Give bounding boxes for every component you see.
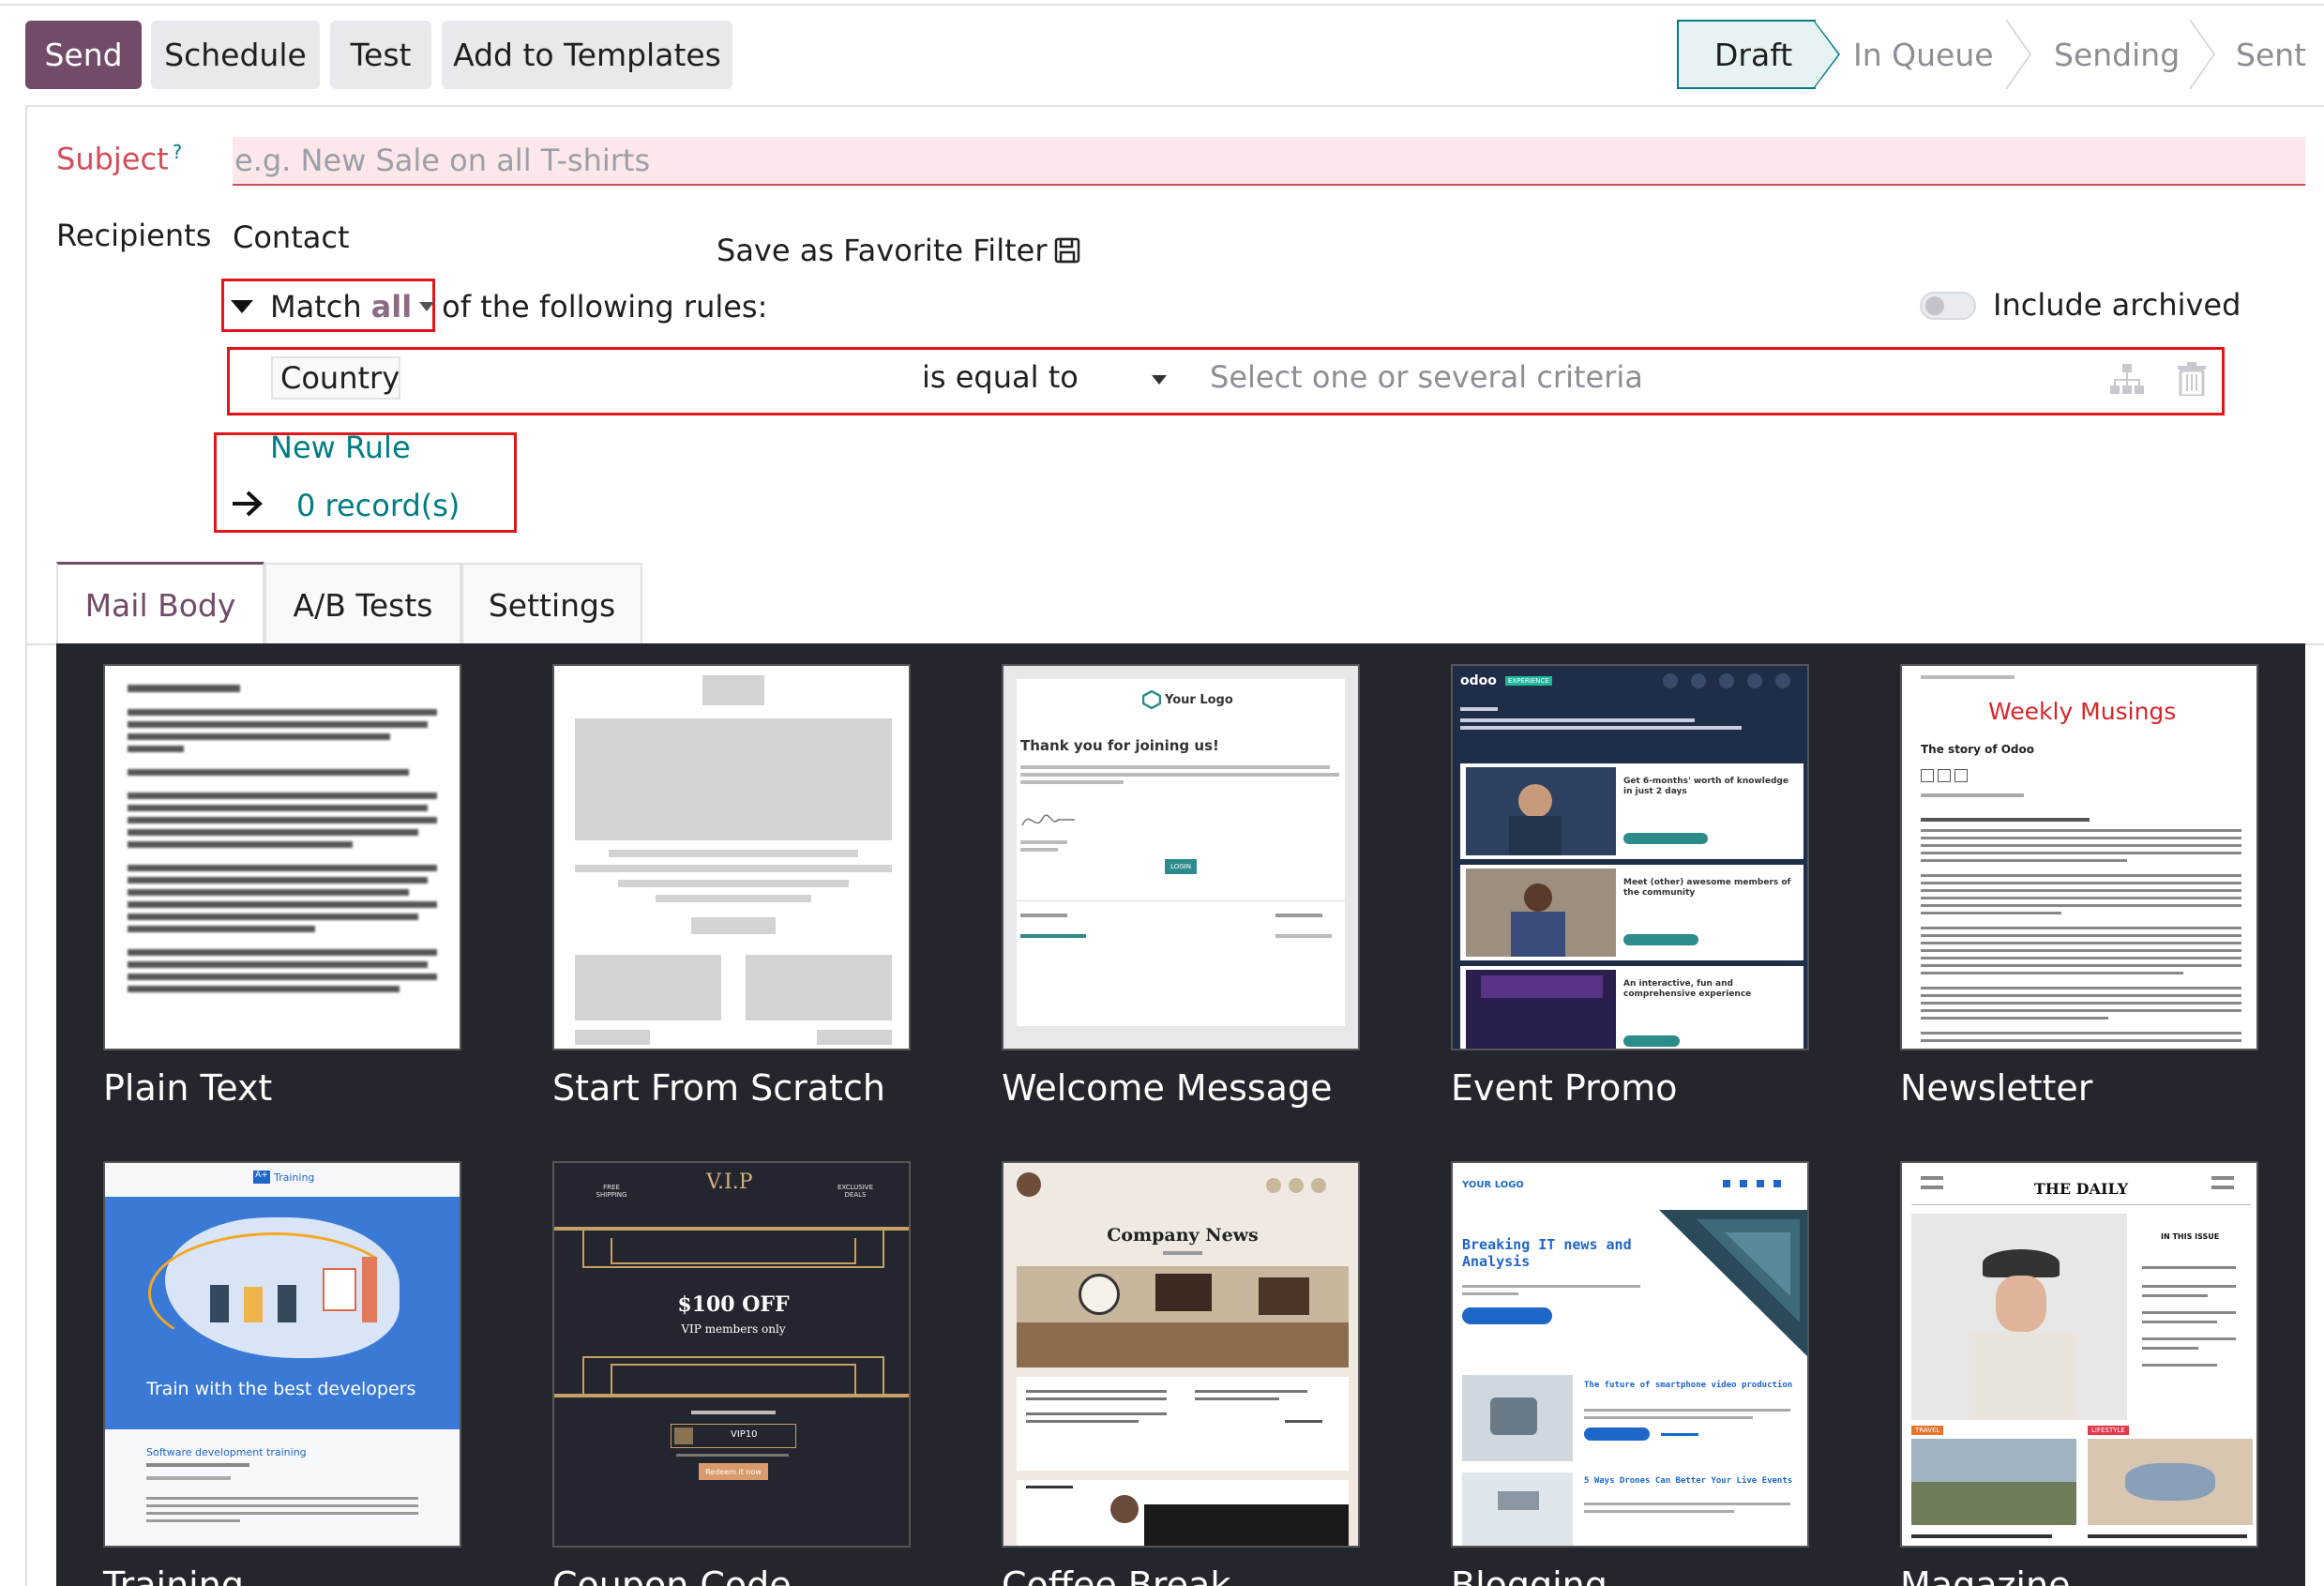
thumb-text: The future of smartphone video productio… (1584, 1381, 1793, 1390)
test-button[interactable]: Test (330, 21, 431, 89)
thumb-text: EXCLUSIVE DEALS (838, 1184, 873, 1200)
chevron-down-icon[interactable] (419, 302, 435, 311)
thumb-text: odoo (1460, 673, 1497, 688)
template-name: Start From Scratch (552, 1067, 885, 1109)
subject-label: Subject? (56, 141, 182, 177)
subject-input[interactable] (233, 137, 2305, 186)
collapse-caret-icon[interactable] (231, 300, 253, 313)
thumb-text: FREE SHIPPING (596, 1184, 627, 1200)
match-selector[interactable]: Match all of the following rules: (231, 289, 767, 325)
rule-value-input[interactable]: Select one or several criteria (1210, 359, 1643, 395)
template-thumbnail: YOUR LOGO Breaking IT news and Analysis … (1451, 1161, 1809, 1548)
thumb-text: Meet (other) awesome members of the comm… (1623, 878, 1791, 898)
thumb-text: V.I.P (706, 1171, 753, 1194)
subject-label-text: Subject (56, 141, 169, 177)
thumb-text: Redeem it now (699, 1463, 768, 1480)
template-name: Magazine (1900, 1564, 2071, 1586)
tab-mail-body[interactable]: Mail Body (56, 562, 264, 646)
thumb-text: Train with the best developers (146, 1379, 416, 1399)
status-arrow-fill (1814, 22, 1838, 87)
save-favorite-label: Save as Favorite Filter (717, 233, 1048, 268)
server-room-image (1659, 1210, 1807, 1357)
save-favorite-filter-button[interactable]: Save as Favorite Filter (717, 233, 1080, 268)
thumb-text: 5 Ways Drones Can Better Your Live Event… (1584, 1476, 1793, 1486)
thumb-text: VIP members only (681, 1322, 786, 1336)
template-name: Welcome Message (1002, 1067, 1333, 1109)
thumb-text: Breaking IT news and Analysis (1462, 1236, 1632, 1270)
template-name: Blogging (1451, 1564, 1607, 1586)
thumb-text: EXPERIENCE (1505, 676, 1552, 687)
status-draft-label: Draft (1714, 36, 1793, 73)
thumb-text: THE DAILY (2033, 1180, 2129, 1198)
thumb-text: Training (274, 1171, 315, 1184)
include-archived-toggle[interactable] (1920, 292, 1976, 320)
template-name: Event Promo (1451, 1067, 1678, 1109)
arrow-right-icon (233, 491, 263, 517)
template-thumbnail: Company News (1002, 1161, 1360, 1548)
status-draft[interactable]: Draft (1677, 20, 1816, 89)
template-thumbnail: odoo EXPERIENCE Get 6-months' worth of k… (1451, 664, 1809, 1050)
status-separator-icon (2005, 20, 2032, 89)
template-name: Coupon Code (552, 1564, 792, 1586)
template-name: Plain Text (103, 1067, 273, 1109)
thumb-text: Company News (1107, 1225, 1259, 1246)
match-prefix: Match (270, 289, 362, 325)
thumb-text: IN THIS ISSUE (2161, 1232, 2220, 1241)
help-icon[interactable]: ? (173, 141, 183, 163)
template-gallery: Plain Text Start From Scratch Your Logo … (56, 643, 2305, 1586)
signature-icon (1021, 814, 1075, 826)
chevron-down-icon[interactable] (1152, 375, 1167, 385)
template-name: Newsletter (1900, 1067, 2093, 1109)
top-border (0, 0, 2324, 6)
match-suffix: of the following rules: (442, 289, 768, 325)
tab-ab-tests[interactable]: A/B Tests (264, 563, 461, 645)
status-sending[interactable]: Sending (2054, 20, 2180, 89)
thumb-text: The story of Odoo (1921, 743, 2035, 756)
trash-icon[interactable] (2178, 362, 2206, 396)
toggle-knob (1925, 296, 1944, 315)
add-branch-icon[interactable] (2108, 360, 2146, 398)
schedule-button[interactable]: Schedule (151, 21, 320, 89)
tab-settings[interactable]: Settings (461, 563, 642, 645)
logo-icon (1142, 690, 1161, 709)
template-thumbnail (103, 664, 461, 1050)
thumb-text: TRAVEL (1911, 1426, 1944, 1436)
template-name: Coffee Break (1002, 1564, 1231, 1586)
thumb-text: Get 6-months' worth of knowledge in just… (1623, 777, 1788, 796)
thumb-text: An interactive, fun and comprehensive ex… (1623, 979, 1752, 999)
send-button[interactable]: Send (25, 21, 142, 89)
template-thumbnail: THE DAILY IN THIS ISSUE TRAVEL LIFESTYLE (1900, 1161, 2258, 1548)
thumb-text: LIFESTYLE (2088, 1426, 2129, 1436)
floppy-disk-icon (1055, 237, 1080, 264)
template-thumbnail (552, 664, 911, 1050)
rule-field-selector[interactable]: Country (271, 356, 400, 400)
template-thumbnail: FREE SHIPPING V.I.P EXCLUSIVE DEALS $100… (552, 1161, 911, 1548)
status-in-queue[interactable]: In Queue (1853, 20, 1994, 89)
login-button-thumb: LOGIN (1165, 859, 1197, 874)
add-to-templates-button[interactable]: Add to Templates (442, 21, 732, 89)
thumb-text: $100 OFF (677, 1292, 790, 1317)
template-thumbnail: Weekly Musings The story of Odoo (1900, 664, 2258, 1050)
status-sent[interactable]: Sent (2236, 20, 2306, 89)
thumb-text: VIP10 (731, 1429, 758, 1440)
recipients-model[interactable]: Contact (233, 219, 350, 255)
template-thumbnail: A+ Training Train with the best develope… (103, 1161, 461, 1548)
template-name: Training (103, 1564, 244, 1586)
thumb-text: Weekly Musings (1988, 698, 2177, 725)
thumb-text: Thank you for joining us! (1020, 737, 1219, 754)
status-separator-icon (2189, 20, 2216, 89)
record-count-link[interactable]: 0 record(s) (296, 488, 460, 523)
rule-operator-select[interactable]: is equal to (922, 359, 1079, 395)
include-archived-label: Include archived (1993, 287, 2241, 323)
thumb-text: Software development training (146, 1446, 307, 1458)
match-value[interactable]: all (371, 289, 413, 325)
recipients-label: Recipients (56, 218, 212, 253)
new-rule-link[interactable]: New Rule (270, 430, 411, 465)
thumb-text: Your Logo (1165, 693, 1233, 707)
template-thumbnail: Your Logo Thank you for joining us! LOGI… (1002, 664, 1360, 1050)
thumb-text: YOUR LOGO (1462, 1180, 1524, 1190)
